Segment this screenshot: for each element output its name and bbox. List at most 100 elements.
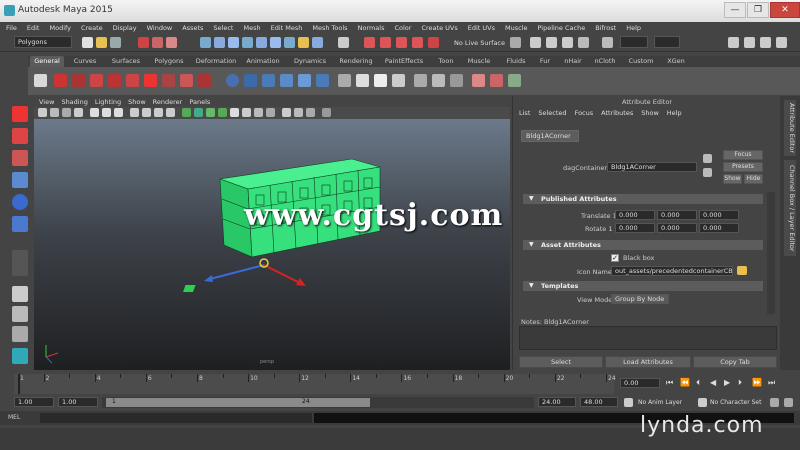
plane-icon[interactable] xyxy=(298,74,311,87)
go-to-end-icon[interactable]: ⏭ xyxy=(768,378,775,388)
snap-point-icon[interactable] xyxy=(380,37,391,48)
menu-create-uvs[interactable]: Create UVs xyxy=(421,24,457,32)
go-to-input-icon[interactable] xyxy=(703,154,712,163)
menu-muscle[interactable]: Muscle xyxy=(505,24,528,32)
bind-skin-icon[interactable] xyxy=(126,74,139,87)
xray-icon[interactable] xyxy=(294,108,303,117)
play-backwards-icon[interactable]: ◀ xyxy=(710,378,716,387)
step-forward-frame-icon[interactable]: ⏩ xyxy=(752,378,762,387)
playback-start-field[interactable]: 1.00 xyxy=(58,397,98,407)
directional-light-icon[interactable] xyxy=(356,74,369,87)
start-time-field[interactable]: 1.00 xyxy=(14,397,54,407)
ambient-occlusion-icon[interactable] xyxy=(254,108,263,117)
ae-menu-help[interactable]: Help xyxy=(667,109,682,117)
current-time-marker[interactable] xyxy=(18,374,20,394)
shelf-tab-surfaces[interactable]: Surfaces xyxy=(108,56,144,67)
cone-icon[interactable] xyxy=(280,74,293,87)
viewport-menu-renderer[interactable]: Renderer xyxy=(153,98,183,106)
ae-menu-list[interactable]: List xyxy=(519,109,530,117)
new-scene-icon[interactable] xyxy=(82,37,93,48)
translate-z-field[interactable]: 0.000 xyxy=(699,210,739,220)
last-tool-slot[interactable] xyxy=(12,250,28,276)
ae-node-tab[interactable]: Bldg1ACorner xyxy=(521,130,579,142)
range-slider-track[interactable]: 1 24 xyxy=(102,397,534,408)
character-set-icon[interactable] xyxy=(698,398,707,407)
shelf-tab-nhair[interactable]: nHair xyxy=(562,56,584,67)
mask-dynamics-icon[interactable] xyxy=(270,37,281,48)
magnet-icon[interactable] xyxy=(428,37,439,48)
select-camera-icon[interactable] xyxy=(38,108,47,117)
select-tool-icon[interactable] xyxy=(12,106,28,122)
menu-pipeline-cache[interactable]: Pipeline Cache xyxy=(537,24,585,32)
blend-shape-icon[interactable] xyxy=(162,74,175,87)
shelf-tab-custom[interactable]: Custom xyxy=(626,56,656,67)
mask-lock-icon[interactable] xyxy=(312,37,323,48)
menu-modify[interactable]: Modify xyxy=(49,24,71,32)
menu-edit-mesh[interactable]: Edit Mesh xyxy=(271,24,303,32)
wire-tool-icon[interactable] xyxy=(180,74,193,87)
group-icon[interactable] xyxy=(414,74,427,87)
menu-assets[interactable]: Assets xyxy=(182,24,203,32)
playback-end-field[interactable]: 24.00 xyxy=(538,397,576,407)
textured-icon[interactable] xyxy=(218,108,227,117)
wireframe-icon[interactable] xyxy=(182,108,191,117)
input-field-1[interactable] xyxy=(620,36,648,48)
xray-joints-icon[interactable] xyxy=(306,108,315,117)
menu-display[interactable]: Display xyxy=(113,24,137,32)
ik-handle-icon[interactable] xyxy=(108,74,121,87)
mask-surfaces-icon[interactable] xyxy=(242,37,253,48)
ae-menu-selected[interactable]: Selected xyxy=(538,109,566,117)
ipr-render-icon[interactable] xyxy=(562,37,573,48)
unparent-icon[interactable] xyxy=(450,74,463,87)
paint-select-tool-icon[interactable] xyxy=(12,150,28,166)
ae-menu-attributes[interactable]: Attributes xyxy=(601,109,633,117)
move-tool-icon[interactable] xyxy=(12,172,28,188)
show-attribute-editor-icon[interactable] xyxy=(744,37,755,48)
perspective-viewport[interactable]: persp xyxy=(34,119,510,370)
show-tool-settings-icon[interactable] xyxy=(760,37,771,48)
shelf-tab-general[interactable]: General xyxy=(30,56,64,67)
menu-normals[interactable]: Normals xyxy=(358,24,385,32)
smooth-shade-icon[interactable] xyxy=(194,108,203,117)
focus-button[interactable]: Focus xyxy=(723,150,763,160)
character-set-label[interactable]: No Character Set xyxy=(710,399,761,406)
history-icon[interactable] xyxy=(510,37,521,48)
shelf-tab-animation[interactable]: Animation xyxy=(242,56,284,67)
camera-attributes-icon[interactable] xyxy=(50,108,59,117)
menu-edit[interactable]: Edit xyxy=(27,24,40,32)
joint-tool-icon[interactable] xyxy=(90,74,103,87)
translate-y-field[interactable]: 0.000 xyxy=(657,210,697,220)
show-modeling-toolkit-icon[interactable] xyxy=(728,37,739,48)
viewport-menu-shading[interactable]: Shading xyxy=(61,98,87,106)
select-by-object-icon[interactable] xyxy=(152,37,163,48)
film-gate-icon[interactable] xyxy=(102,108,111,117)
menu-create[interactable]: Create xyxy=(81,24,103,32)
copy-tab-button[interactable]: Copy Tab xyxy=(693,356,777,368)
snap-view-plane-icon[interactable] xyxy=(396,37,407,48)
menuset-dropdown[interactable]: Polygons xyxy=(14,36,72,48)
side-tab-channel-box[interactable]: Channel Box / Layer Editor xyxy=(784,160,796,256)
viewport-menu-lighting[interactable]: Lighting xyxy=(95,98,121,106)
translate-x-field[interactable]: 0.000 xyxy=(615,210,655,220)
anti-aliasing-icon[interactable] xyxy=(266,108,275,117)
safe-title-icon[interactable] xyxy=(166,108,175,117)
menu-select[interactable]: Select xyxy=(213,24,233,32)
viewport-menu-panels[interactable]: Panels xyxy=(189,98,210,106)
shadows-icon[interactable] xyxy=(242,108,251,117)
snap-grid-icon[interactable] xyxy=(338,37,349,48)
shelf-tab-muscle[interactable]: Muscle xyxy=(464,56,494,67)
select-button[interactable]: Select xyxy=(519,356,603,368)
command-input[interactable] xyxy=(40,413,312,423)
maximize-button[interactable]: ❐ xyxy=(747,2,769,18)
end-time-field[interactable]: 48.00 xyxy=(580,397,618,407)
hide-button[interactable]: Hide xyxy=(744,174,763,184)
lattice-icon[interactable] xyxy=(144,74,157,87)
load-attributes-button[interactable]: Load Attributes xyxy=(605,356,691,368)
shelf-tab-xgen[interactable]: XGen xyxy=(664,56,688,67)
render-current-frame-icon[interactable] xyxy=(546,37,557,48)
presets-button[interactable]: Presets xyxy=(723,162,763,172)
rotate-y-field[interactable]: 0.000 xyxy=(657,223,697,233)
shelf-tab-curves[interactable]: Curves xyxy=(68,56,102,67)
single-perspective-layout-icon[interactable] xyxy=(12,286,28,302)
ae-menu-focus[interactable]: Focus xyxy=(575,109,594,117)
